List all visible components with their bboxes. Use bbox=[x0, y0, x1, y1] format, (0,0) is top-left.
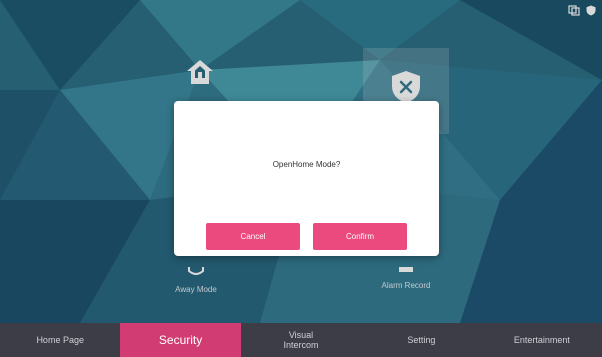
confirm-button[interactable]: Confirm bbox=[313, 223, 407, 250]
nav-visual-intercom-line2: Intercom bbox=[283, 340, 319, 350]
nav-security[interactable]: Security bbox=[120, 323, 241, 357]
nav-home-page[interactable]: Home Page bbox=[0, 323, 120, 357]
nav-visual-intercom[interactable]: Visual Intercom bbox=[241, 323, 361, 357]
nav-entertainment[interactable]: Entertainment bbox=[482, 323, 602, 357]
confirm-dialog: OpenHome Mode? Cancel Confirm bbox=[174, 101, 439, 256]
nav-setting[interactable]: Setting bbox=[361, 323, 481, 357]
nav-visual-intercom-line1: Visual bbox=[288, 330, 314, 340]
dialog-message: OpenHome Mode? bbox=[272, 160, 341, 169]
bottom-nav: Home Page Security Visual Intercom Setti… bbox=[0, 323, 602, 357]
cancel-button[interactable]: Cancel bbox=[206, 223, 300, 250]
